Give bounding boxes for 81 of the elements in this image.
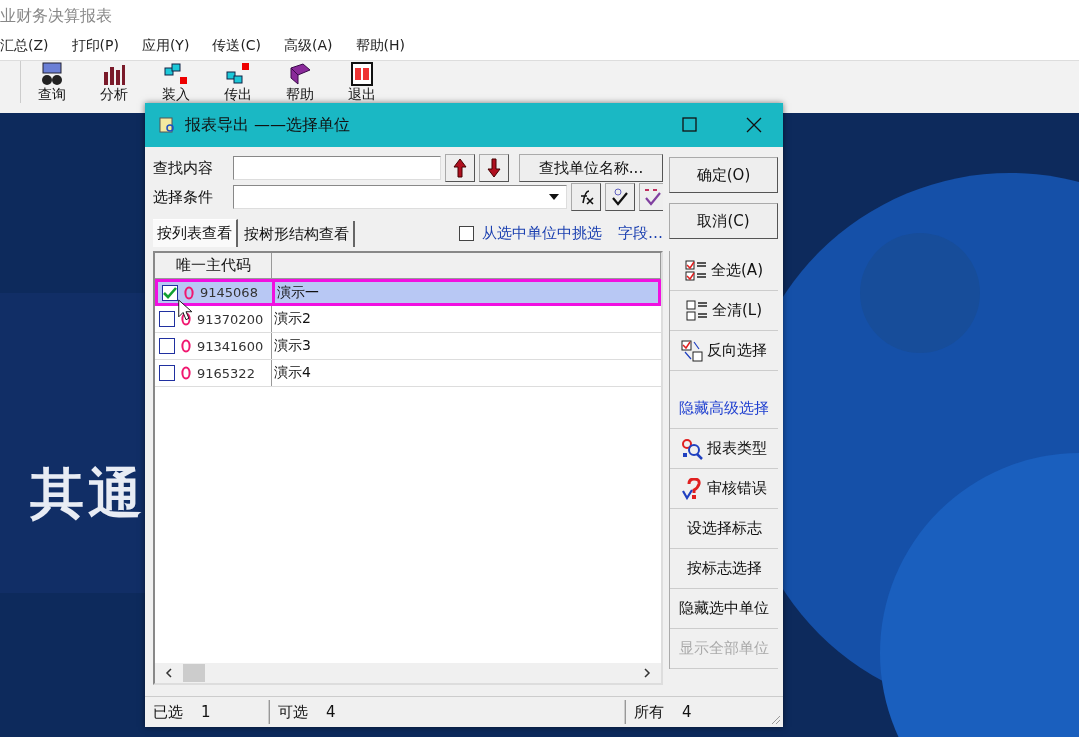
scroll-right-icon[interactable] — [643, 668, 651, 678]
up-button[interactable] — [445, 154, 475, 182]
search-field[interactable] — [233, 156, 441, 180]
list-row[interactable]: 91341600 演示3 — [155, 333, 661, 360]
ring-icon — [181, 339, 191, 353]
toolbar-button[interactable]: 装入 — [145, 61, 207, 103]
down-button[interactable] — [479, 154, 509, 182]
scroll-left-icon[interactable] — [165, 668, 173, 678]
unit-code: 91341600 — [197, 338, 264, 354]
unit-name: 演示一 — [276, 282, 320, 302]
window-title: 业财务决算报表 — [0, 5, 113, 27]
list-row[interactable]: 9145068 演示一 — [155, 279, 661, 306]
menu-item[interactable]: 传送(C) — [212, 37, 262, 55]
tab[interactable]: 按树形结构查看 — [240, 221, 355, 247]
checkbox[interactable] — [159, 338, 175, 354]
find-button[interactable]: 查找单位名称... — [519, 154, 663, 182]
checkmark-icon — [610, 187, 630, 207]
status-label: 已选 — [153, 702, 183, 722]
ring-icon — [181, 312, 191, 326]
resize-grip-icon[interactable] — [769, 713, 781, 725]
check-button[interactable] — [639, 183, 663, 211]
list-row[interactable]: 9165322 演示4 — [155, 360, 661, 387]
checklist-icon — [685, 259, 707, 282]
toolbar-button[interactable]: 分析 — [83, 61, 145, 103]
unit-name: 演示4 — [273, 363, 312, 382]
menu-item[interactable]: 高级(A) — [284, 37, 333, 55]
arrow-down-icon — [487, 158, 501, 178]
question-check-icon — [681, 477, 703, 500]
scroll-thumb[interactable] — [183, 664, 205, 682]
status-label: 可选 — [278, 702, 308, 722]
menu-item[interactable]: 帮助(H) — [355, 37, 406, 55]
ok-button[interactable]: 确定(O) — [669, 157, 778, 193]
list-icon — [685, 299, 708, 322]
toolbar-button[interactable]: 退出 — [331, 61, 393, 103]
dialog-title: 报表导出 ——选择单位 — [185, 114, 351, 136]
status-value: 1 — [201, 703, 211, 721]
checkbox[interactable] — [159, 365, 175, 381]
unit-code: 91370200 — [197, 311, 264, 327]
menu-item[interactable]: 打印(P) — [71, 37, 119, 55]
fields-link[interactable]: 字段… — [618, 224, 663, 243]
blocks-icon — [226, 63, 249, 84]
formula-button[interactable] — [571, 183, 601, 211]
menu-item[interactable]: 汇总(Z) — [0, 37, 49, 55]
checkmark-icon — [642, 187, 661, 207]
checkbox[interactable] — [159, 311, 175, 327]
bar-chart-icon — [104, 65, 125, 85]
document-icon — [159, 117, 175, 133]
check-button[interactable] — [605, 183, 635, 211]
slide-text: 其通 — [30, 461, 146, 527]
field-label: 查找内容 — [153, 158, 214, 178]
menu-item[interactable]: 应用(Y) — [141, 37, 190, 55]
unit-name: 演示3 — [273, 336, 312, 355]
toolbar-button[interactable]: 查询 — [21, 61, 83, 103]
blocks-icon — [164, 63, 187, 84]
horizontal-scrollbar[interactable] — [155, 663, 661, 683]
magnifier-icon — [681, 437, 703, 460]
status-label: 所有 — [634, 702, 664, 722]
checkbox[interactable] — [162, 284, 178, 301]
cursor-icon — [178, 299, 194, 323]
checkbox[interactable] — [459, 226, 474, 241]
ring-icon — [184, 285, 194, 300]
field-label: 选择条件 — [153, 187, 214, 207]
book-icon — [290, 63, 311, 85]
checkbox-label[interactable]: 从选中单位中挑选 — [482, 224, 602, 243]
unit-name: 演示2 — [273, 309, 312, 328]
status-value: 4 — [682, 703, 692, 721]
binoculars-icon — [42, 62, 62, 85]
unit-code: 9165322 — [197, 365, 255, 381]
unit-code: 9145068 — [200, 285, 258, 300]
cancel-button[interactable]: 取消(C) — [669, 203, 778, 239]
tab[interactable]: 按列表查看 — [153, 219, 238, 247]
maximize-icon[interactable] — [681, 116, 699, 134]
ring-icon — [181, 366, 191, 380]
close-icon[interactable] — [745, 116, 763, 134]
toolbar-button[interactable]: 帮助 — [269, 61, 331, 103]
caret-icon — [548, 193, 560, 201]
arrow-up-icon — [453, 158, 467, 178]
film-icon — [351, 62, 373, 86]
status-value: 4 — [326, 703, 336, 721]
swap-icon — [681, 339, 703, 362]
toolbar-button[interactable]: 传出 — [207, 61, 269, 103]
